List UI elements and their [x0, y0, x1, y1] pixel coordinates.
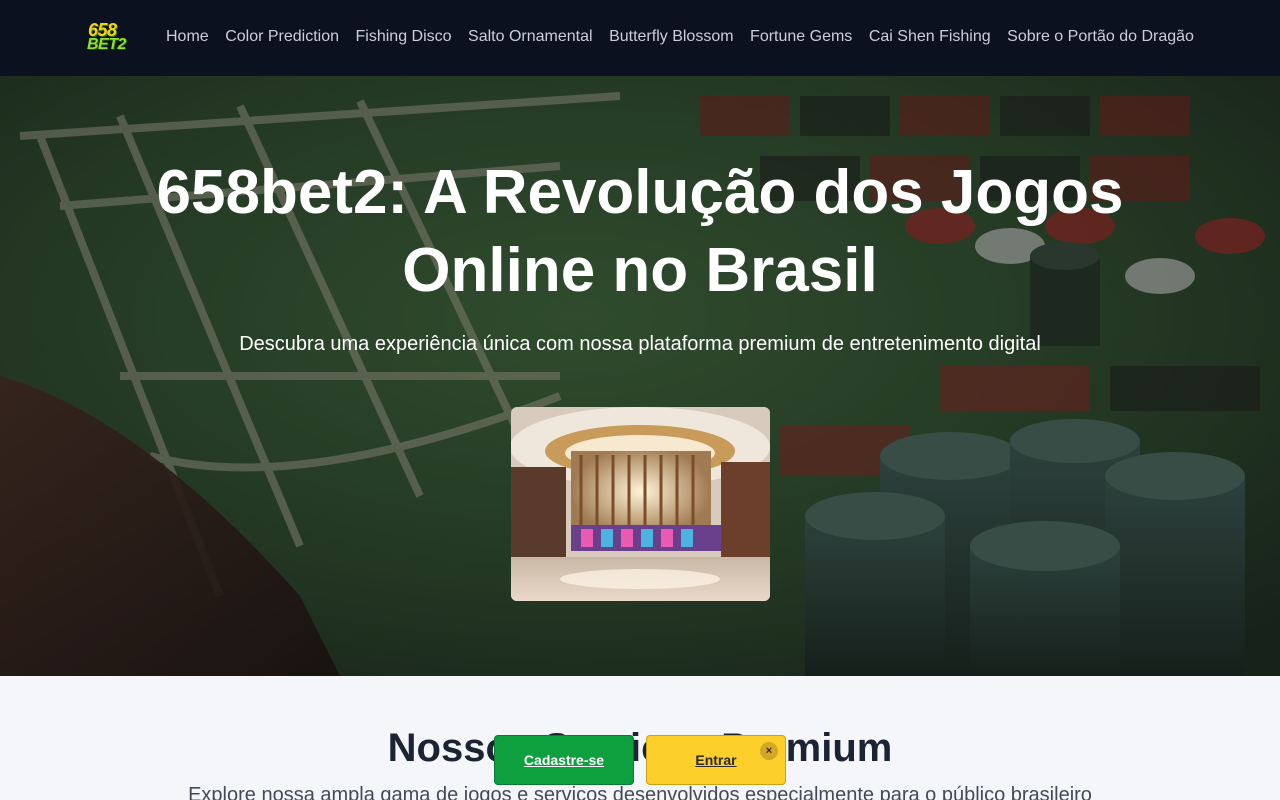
hero-section: 658bet2: A Revolução dos Jogos Online no… [0, 76, 1280, 676]
logo-word: BET2 [87, 36, 126, 53]
site-logo[interactable]: 658 BET2 [86, 20, 130, 56]
casino-interior-image [511, 407, 770, 601]
nav-link-home[interactable]: Home [166, 27, 209, 47]
nav-link-fortune-gems[interactable]: Fortune Gems [750, 27, 852, 47]
hero-subtitle: Descubra uma experiência única com nossa… [239, 333, 1041, 355]
services-title: Nossos Serviços Premium [387, 726, 893, 770]
close-icon[interactable]: × [760, 742, 778, 760]
nav-link-sobre-portao-dragao[interactable]: Sobre o Portão do Dragão [1007, 27, 1194, 47]
nav-link-cai-shen-fishing[interactable]: Cai Shen Fishing [869, 27, 991, 47]
hero-title: 658bet2: A Revolução dos Jogos Online no… [156, 158, 1124, 305]
services-description: Explore nossa ampla gama de jogos e serv… [188, 784, 1092, 800]
nav-link-salto-ornamental[interactable]: Salto Ornamental [468, 27, 593, 47]
services-section: Nossos Serviços Premium Explore nossa am… [0, 676, 1280, 800]
nav-links: Home Color Prediction Fishing Disco Salt… [166, 27, 1210, 47]
nav-link-color-prediction[interactable]: Color Prediction [225, 27, 339, 47]
top-navigation: 658 BET2 Home Color Prediction Fishing D… [0, 0, 1280, 76]
register-button[interactable]: Cadastre-se [494, 735, 634, 785]
nav-link-fishing-disco[interactable]: Fishing Disco [356, 27, 452, 47]
nav-link-butterfly-blossom[interactable]: Butterfly Blossom [609, 27, 733, 47]
